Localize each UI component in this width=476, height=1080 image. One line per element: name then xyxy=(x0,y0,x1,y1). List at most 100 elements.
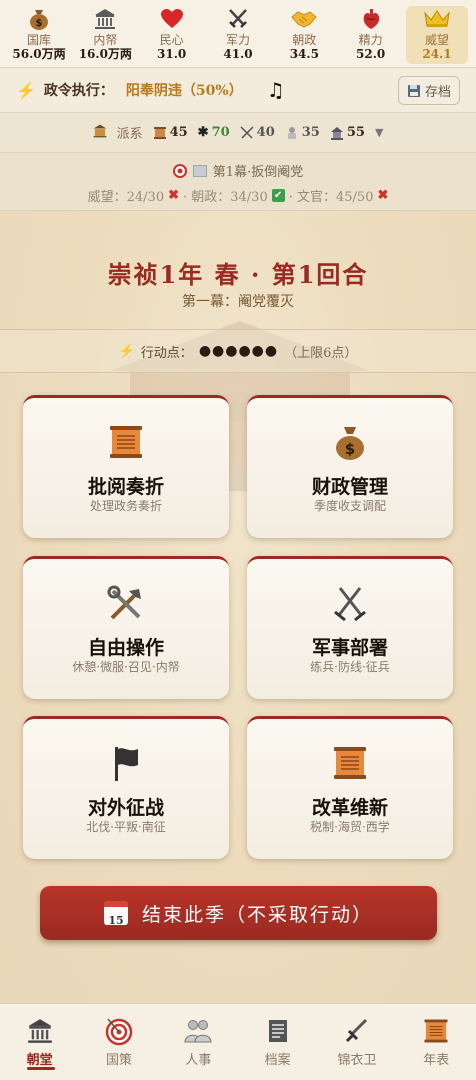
tools-icon xyxy=(23,585,229,625)
stat-label: 国库 xyxy=(26,33,51,47)
stat-label: 军力 xyxy=(225,33,250,47)
act-title: 第1幕·扳倒阉党 xyxy=(212,165,304,180)
factions-label: 派系 xyxy=(116,127,143,142)
flag-icon xyxy=(23,745,229,785)
card-subtitle: 税制·海贸·西学 xyxy=(310,820,390,834)
nav-tab-personnel[interactable]: 人事 xyxy=(163,1004,233,1080)
card-subtitle: 休憩·微服·召见·内帑 xyxy=(72,660,180,674)
people-icon xyxy=(184,1016,212,1046)
stat-military[interactable]: 军力 41.0 xyxy=(207,6,269,64)
nav-tab-policy[interactable]: 国策 xyxy=(84,1004,154,1080)
card-title: 对外征战 xyxy=(87,797,164,819)
spider-icon: ✱ xyxy=(197,125,209,140)
stat-energy[interactable]: 精力 52.0 xyxy=(340,6,402,64)
faction-value: 45 xyxy=(169,125,188,140)
crossed-swords-icon xyxy=(227,6,249,32)
stat-value: 16.0万两 xyxy=(78,47,132,61)
stat-privy-purse[interactable]: 内帑 16.0万两 xyxy=(74,6,136,64)
policy-label: 政令执行： xyxy=(43,83,114,99)
faction-item: 45 xyxy=(153,125,188,140)
faction-item: 55 xyxy=(330,125,365,140)
heart-icon xyxy=(160,6,183,32)
action-points-label: 行动点： xyxy=(140,345,193,361)
swords-icon xyxy=(240,125,254,139)
end-season-button[interactable]: 15 结束此季（不采取行动） xyxy=(40,886,437,940)
target-icon xyxy=(172,163,187,178)
temple-icon xyxy=(330,126,343,140)
stat-value: 24.1 xyxy=(422,47,452,61)
faction-value: 55 xyxy=(346,125,365,140)
turn-title: 崇祯1年 春 · 第1回合 xyxy=(107,260,369,289)
stat-value: 56.0万两 xyxy=(12,47,66,61)
money-bag-icon: $ xyxy=(28,6,50,32)
nav-tab-archives[interactable]: 档案 xyxy=(243,1004,313,1080)
action-card-reform[interactable]: 改革维新 税制·海贸·西学 xyxy=(247,716,453,859)
requirement-officials: · 文官：45/50 xyxy=(288,190,374,205)
calendar-icon: 15 xyxy=(103,901,128,927)
bottom-nav: 朝堂 国策 人事 档案 锦衣卫 年表 xyxy=(0,1003,476,1080)
music-icon[interactable]: ♫ xyxy=(267,78,285,102)
anatomical-heart-icon xyxy=(361,6,381,32)
faction-item: 40 xyxy=(240,125,275,140)
scroll-icon xyxy=(23,424,229,464)
action-points-dots: ●●●●●● xyxy=(198,343,279,359)
action-points-bar: ⚡ 行动点： ●●●●●● （上限6点） xyxy=(0,329,476,373)
factions-bar[interactable]: 派系 45 ✱ 70 40 35 55 ▼ xyxy=(0,113,476,153)
nav-tab-imperial-guard[interactable]: 锦衣卫 xyxy=(322,1004,392,1080)
faction-item: ✱ 70 xyxy=(198,125,230,140)
stat-value: 52.0 xyxy=(356,47,386,61)
flag-box-icon xyxy=(192,164,207,177)
stats-bar: $ 国库 56.0万两 内帑 16.0万两 民心 31.0 军力 41.0 朝政… xyxy=(0,0,476,68)
stat-label: 精力 xyxy=(358,33,383,47)
document-icon xyxy=(266,1016,290,1046)
faction-value: 35 xyxy=(301,125,320,140)
nav-tab-court[interactable]: 朝堂 xyxy=(5,1004,75,1080)
action-card-free-actions[interactable]: 自由操作 休憩·微服·召见·内帑 xyxy=(23,556,229,699)
cross-icon: ✖ xyxy=(377,188,389,203)
action-card-military[interactable]: 军事部署 练兵·防线·征兵 xyxy=(247,556,453,699)
expand-caret-icon[interactable]: ▼ xyxy=(375,126,383,139)
money-bag-icon: $ xyxy=(247,424,453,464)
palace-icon xyxy=(27,1016,53,1046)
stat-prestige[interactable]: 威望 24.1 xyxy=(405,6,468,64)
cross-icon: ✖ xyxy=(168,188,179,203)
nav-label: 国策 xyxy=(105,1053,132,1068)
card-subtitle: 北伐·平叛·南征 xyxy=(86,820,166,834)
faction-item: 35 xyxy=(285,125,320,140)
save-button[interactable]: 存档 xyxy=(398,76,460,105)
target-icon xyxy=(104,1016,134,1046)
act-goal-panel: 第1幕·扳倒阉党 威望：24/30 ✖ · 朝政：34/30 ✔ · 文官：45… xyxy=(0,153,476,211)
stat-court-affairs[interactable]: 朝政 34.5 xyxy=(273,6,335,64)
stat-label: 朝政 xyxy=(292,33,317,47)
action-card-finance[interactable]: $ 财政管理 季度收支调配 xyxy=(247,395,453,538)
lightning-icon: ⚡ xyxy=(16,80,36,100)
policy-value: 阳奉阴违（50%） xyxy=(125,83,243,99)
scroll-icon xyxy=(423,1016,449,1046)
faction-palace-icon xyxy=(93,124,107,142)
card-title: 自由操作 xyxy=(87,637,164,659)
nav-label: 锦衣卫 xyxy=(337,1053,377,1068)
crossed-swords-icon xyxy=(247,585,453,625)
nav-tab-chronicle[interactable]: 年表 xyxy=(401,1004,471,1080)
svg-text:$: $ xyxy=(36,18,43,29)
stat-popular-support[interactable]: 民心 31.0 xyxy=(141,6,203,64)
merchant-icon xyxy=(287,126,296,139)
stat-value: 31.0 xyxy=(157,47,187,61)
handshake-icon xyxy=(291,6,318,32)
requirement-prestige: 威望：24/30 xyxy=(87,190,165,205)
card-title: 批阅奏折 xyxy=(87,476,164,498)
action-points-limit: （上限6点） xyxy=(284,345,358,361)
action-card-foreign-campaign[interactable]: 对外征战 北伐·平叛·南征 xyxy=(23,716,229,859)
save-label: 存档 xyxy=(424,85,451,100)
stat-value: 34.5 xyxy=(289,47,319,61)
crown-icon xyxy=(424,6,450,32)
end-season-label: 结束此季（不采取行动） xyxy=(141,903,373,926)
scroll-icon xyxy=(247,745,453,785)
stat-treasury[interactable]: $ 国库 56.0万两 xyxy=(8,6,70,64)
stat-label: 内帑 xyxy=(93,33,118,47)
check-icon: ✔ xyxy=(271,189,285,202)
stat-label: 民心 xyxy=(159,33,184,47)
dagger-icon xyxy=(344,1016,370,1046)
requirement-court: · 朝政：34/30 xyxy=(183,190,268,205)
action-card-review-memorials[interactable]: 批阅奏折 处理政务奏折 xyxy=(23,395,229,538)
